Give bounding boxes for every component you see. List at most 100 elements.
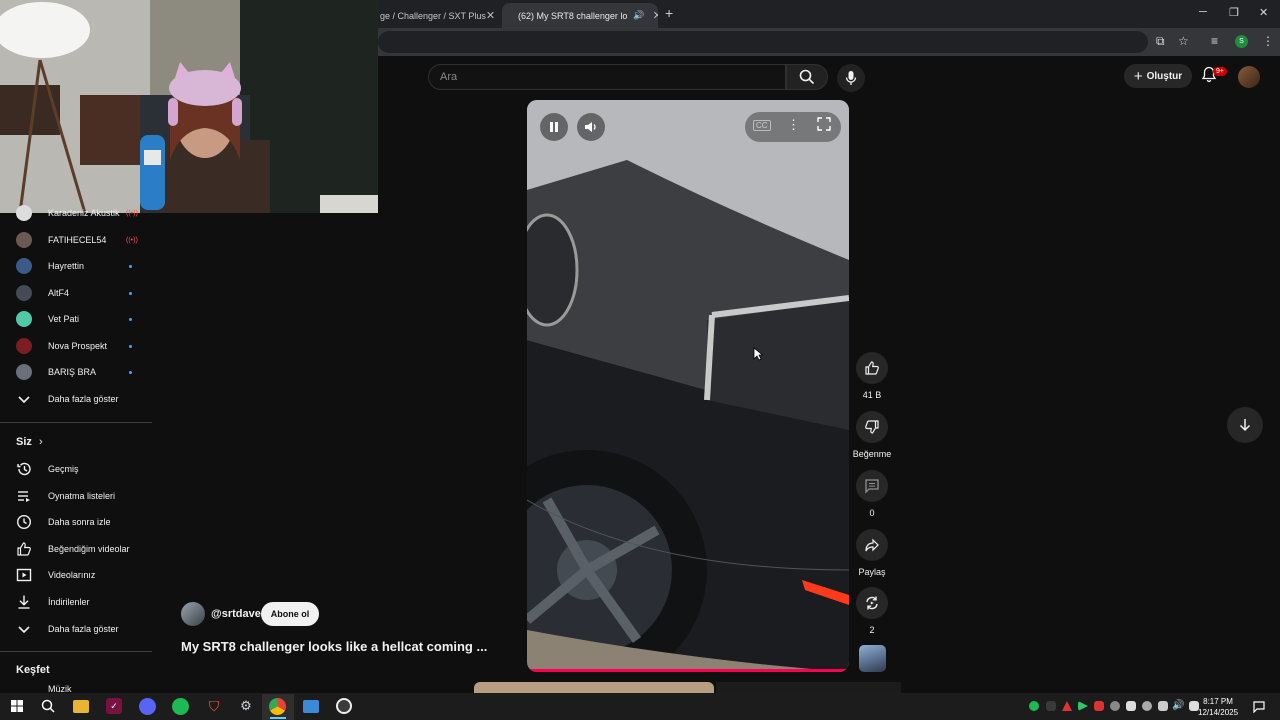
create-label: Oluştur [1146,70,1183,82]
app-v-icon[interactable]: ✓ [106,698,122,714]
new-content-dot [129,264,132,268]
video-frame-image [527,100,849,672]
search-icon [799,69,815,85]
taskbar-clock[interactable]: 8:17 PM 12/14/2025 [1198,696,1238,718]
captions-icon[interactable]: CC [753,120,771,131]
fullscreen-icon[interactable] [817,117,831,136]
like-button[interactable] [856,352,888,384]
media-controls-icon[interactable]: ≡ [1211,34,1218,48]
sidebar-item-label: Geçmiş [48,464,79,474]
new-tab-plus-icon[interactable]: + [665,5,673,21]
sidebar-subscription-item[interactable]: Nova Prospekt [0,333,152,359]
close-tab-icon[interactable]: ✕ [653,9,658,22]
browser-tab-active[interactable]: (62) My SRT8 challenger lo 🔊 ✕ [502,3,658,28]
sidebar-item-watch-later[interactable]: Daha sonra izle [0,509,152,535]
show-more-subscriptions-button[interactable]: Daha fazla göster [0,386,152,412]
steam-icon[interactable]: ⚙ [237,697,255,715]
like-action[interactable]: 41 B [851,352,893,400]
minimize-icon[interactable]: ─ [1199,6,1207,18]
close-window-icon[interactable]: ✕ [1259,6,1268,19]
tray-spotify-icon[interactable] [1029,701,1039,711]
sidebar-item-label: AltF4 [48,288,70,298]
pause-button[interactable] [540,113,568,141]
video-progress-bar[interactable] [527,669,849,672]
sidebar-item-your-videos[interactable]: Videolarınız [0,562,152,588]
spotify-icon[interactable] [172,698,189,715]
channel-avatar[interactable] [181,602,205,626]
windows-start-icon[interactable] [8,697,26,715]
show-more-you-button[interactable]: Daha fazla göster [0,616,152,642]
channel-avatar [16,364,32,380]
subscribe-button[interactable]: Abone ol [261,602,319,626]
sidebar-item-playlists[interactable]: Oynatma listeleri [0,483,152,509]
tab-title: (62) My SRT8 challenger lo [518,10,628,21]
sidebar-item-history[interactable]: Geçmiş [0,456,152,482]
remix-icon [866,596,878,610]
webcam-feed-image [0,0,378,213]
remix-action[interactable]: 2 [851,587,893,635]
address-bar[interactable] [378,31,1148,53]
arrow-down-icon [1239,419,1251,432]
discord-icon[interactable] [139,698,156,715]
tray-steam-icon[interactable] [1142,701,1152,711]
chevron-right-icon: › [38,436,43,448]
volume-icon [585,122,596,132]
sound-thumbnail[interactable] [859,645,886,672]
close-tab-icon[interactable]: ✕ [486,9,495,22]
dislike-action[interactable]: Beğenme [846,411,898,459]
sidebar-item-label: Nova Prospekt [48,341,108,351]
sidebar-subscription-item[interactable]: Karadeniz Akustik ((•)) [0,200,152,226]
sidebar-item-label: Videolarınız [48,570,96,580]
share-action[interactable]: Paylaş [851,529,893,577]
tray-discord-icon[interactable] [1126,701,1136,711]
notification-center-icon[interactable] [1253,700,1265,718]
video-title[interactable]: My SRT8 challenger looks like a hellcat … [181,639,501,654]
sidebar-subscription-item[interactable]: BARIŞ BRA [0,359,152,385]
search-input[interactable]: Ara [428,64,786,90]
app-window-icon[interactable] [303,700,319,713]
plus-icon: + [1133,67,1143,85]
chrome-icon[interactable] [269,698,286,715]
comments-action[interactable]: 0 [851,470,893,518]
channel-avatar [16,232,32,248]
channel-avatar [16,205,32,221]
sidebar-subscription-item[interactable]: AltF4 [0,280,152,306]
bookmark-star-icon[interactable]: ☆ [1178,34,1189,48]
browser-menu-icon[interactable]: ⋮ [1262,34,1274,48]
share-button[interactable] [856,529,888,561]
account-avatar[interactable] [1238,66,1260,88]
more-options-icon[interactable]: ⋮ [787,117,800,133]
volume-button[interactable] [577,113,605,141]
sidebar-item-label: BARIŞ BRA [48,367,97,377]
channel-name-link[interactable]: @srtdave [211,608,261,620]
obs-icon[interactable] [336,698,352,714]
remix-button[interactable] [856,587,888,619]
sidebar-item-label: FATIHECEL54 [48,235,107,245]
tray-app-icon[interactable] [1110,701,1120,711]
file-explorer-icon[interactable] [73,700,89,713]
sidebar-item-downloads[interactable]: İndirilenler [0,589,152,615]
you-section-header[interactable]: Siz › [16,436,43,448]
dislike-button[interactable] [856,411,888,443]
comments-button[interactable] [856,470,888,502]
speaker-icon[interactable]: 🔊 [1172,700,1184,711]
next-video-button[interactable] [1227,407,1263,443]
create-button[interactable]: + Oluştur [1124,64,1192,88]
brave-browser-icon[interactable]: ⛉ [205,697,223,715]
sidebar-subscription-item[interactable]: Vet Pati [0,306,152,332]
tray-usb-icon[interactable] [1158,701,1168,711]
audio-playing-icon[interactable]: 🔊 [633,10,644,21]
restore-icon[interactable]: ❐ [1229,6,1239,19]
tray-mic-icon[interactable] [1094,701,1104,711]
shorts-video-player[interactable]: CC ⋮ [527,100,849,672]
sidebar-subscription-item[interactable]: Hayrettin [0,253,152,279]
taskbar-search-icon[interactable] [39,697,57,715]
install-app-icon[interactable]: ⧉ [1156,34,1165,49]
voice-search-button[interactable] [837,64,865,92]
profile-avatar-icon[interactable]: S [1235,35,1248,48]
browser-tab[interactable]: ge / Challenger / SXT Plus ✕ [370,3,500,28]
tray-nvidia-icon[interactable] [1046,701,1056,711]
sidebar-item-liked-videos[interactable]: Beğendiğim videolar [0,536,152,562]
search-button[interactable] [786,64,828,90]
sidebar-subscription-item[interactable]: FATIHECEL54 ((•)) [0,227,152,253]
